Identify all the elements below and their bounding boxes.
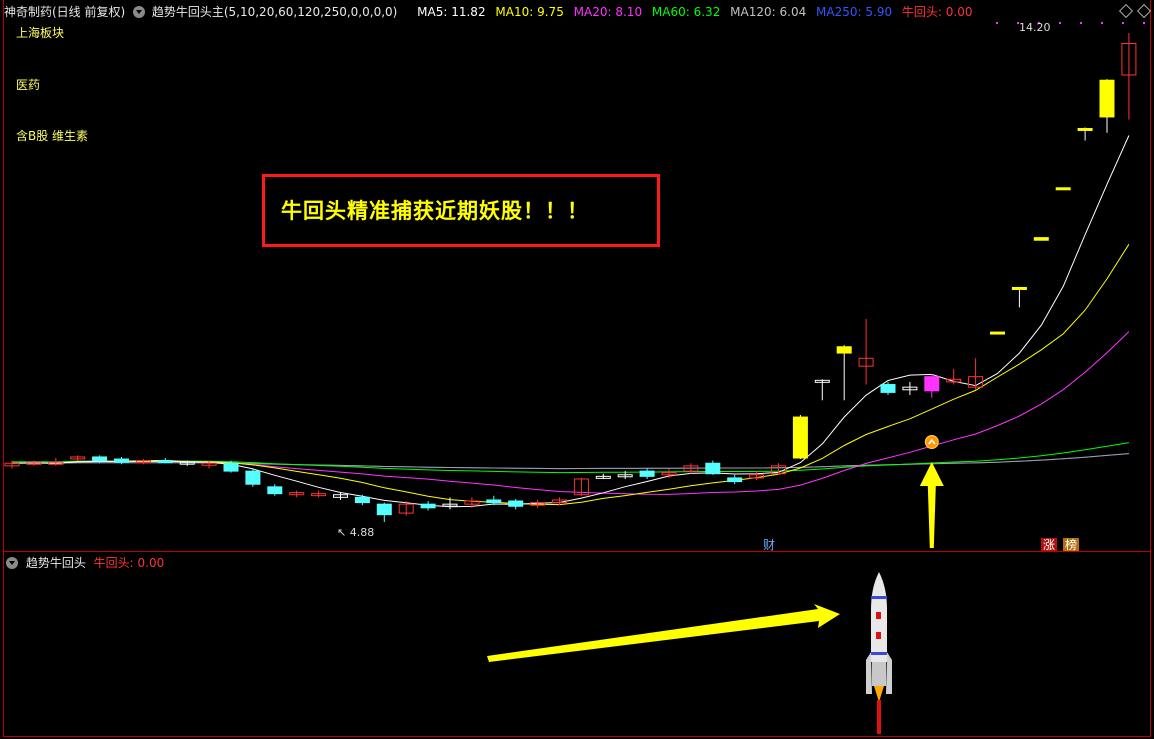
rocket-icon <box>866 572 892 734</box>
sub-panel-graphics <box>487 572 892 734</box>
signal-arrow-icon <box>487 604 840 662</box>
